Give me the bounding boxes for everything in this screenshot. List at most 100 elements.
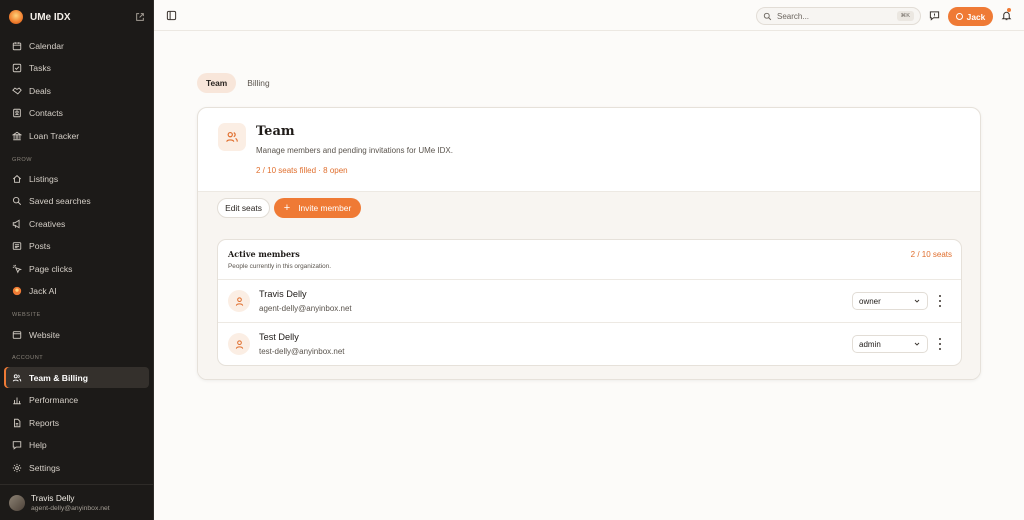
tab-team[interactable]: Team — [197, 73, 237, 93]
topbar: Search... ⌘K Jack — [154, 0, 1024, 31]
sidebar-item-label: Reports — [29, 417, 60, 428]
sidebar-item-label: Settings — [29, 462, 61, 473]
sidebar-item-label: Loan Tracker — [29, 130, 80, 141]
sidebar-item-label: Deals — [29, 85, 51, 96]
sidebar-item-contacts[interactable]: Contacts — [4, 103, 149, 124]
brand[interactable]: UMe IDX — [9, 8, 145, 26]
sidebar-item-label: Page clicks — [29, 263, 73, 274]
notification-dot — [1007, 8, 1011, 12]
sidebar-item-label: Listings — [29, 173, 59, 184]
search-input[interactable]: Search... ⌘K — [756, 7, 921, 25]
role-select[interactable]: admin — [852, 335, 928, 353]
nav-account: Team & Billing Performance Reports Help … — [4, 367, 149, 480]
sidebar-item-label: Posts — [29, 241, 51, 251]
user-icon — [235, 296, 243, 306]
chat-help-icon — [12, 441, 22, 450]
sidebar-item-performance[interactable]: Performance — [4, 390, 149, 411]
invite-member-button[interactable]: + Invite member — [274, 198, 361, 218]
sidebar-item-label: Help — [29, 440, 47, 450]
sidebar-item-loan-tracker[interactable]: Loan Tracker — [4, 125, 149, 146]
more-options-icon[interactable] — [935, 338, 945, 350]
megaphone-icon — [12, 218, 20, 229]
sidebar-toggle-icon[interactable] — [166, 10, 177, 21]
bar-chart-icon — [13, 397, 21, 405]
sidebar-item-team-billing[interactable]: Team & Billing — [4, 367, 149, 388]
handshake-icon — [12, 87, 22, 95]
document-icon — [14, 418, 21, 427]
bank-icon — [12, 131, 22, 140]
home-icon — [12, 174, 22, 183]
edit-seats-button[interactable]: Edit seats — [217, 198, 270, 218]
team-description: Manage members and pending invitations f… — [256, 146, 453, 155]
member-avatar — [228, 290, 250, 312]
seats-summary: 2 / 10 seats filled · 8 open — [256, 166, 348, 175]
sidebar-item-label: Calendar — [29, 40, 64, 51]
calendar-icon — [12, 41, 22, 50]
chevron-down-icon — [914, 342, 920, 346]
tabs: Team Billing — [197, 73, 281, 93]
sidebar-item-label: Jack AI — [29, 286, 57, 296]
sidebar-item-settings[interactable]: Settings — [4, 457, 149, 478]
sidebar-item-jack-ai[interactable]: Jack AI — [4, 281, 149, 302]
member-avatar — [228, 333, 250, 355]
members-count: 2 / 10 seats — [910, 250, 952, 259]
member-row: Travis Delly agent-delly@anyinbox.net ow… — [218, 279, 961, 322]
users-icon — [226, 131, 238, 142]
nav-main: Calendar Tasks Deals Contacts Loan Track… — [4, 35, 149, 148]
sidebar-item-deals[interactable]: Deals — [4, 80, 149, 101]
role-value: admin — [859, 339, 881, 349]
search-placeholder: Search... — [777, 11, 810, 21]
member-email: agent-delly@anyinbox.net — [259, 304, 352, 313]
team-card: Team Manage members and pending invitati… — [197, 107, 981, 380]
checkbox-icon — [12, 63, 22, 73]
avatar — [9, 494, 25, 511]
sidebar-item-reports[interactable]: Reports — [4, 412, 149, 433]
members-subtitle: People currently in this organization. — [228, 263, 332, 270]
plus-icon: + — [283, 201, 291, 214]
sidebar-item-help[interactable]: Help — [4, 435, 149, 456]
user-name: Travis Delly — [31, 493, 75, 503]
role-value: owner — [859, 296, 881, 306]
sidebar-item-label: Creatives — [29, 218, 66, 229]
search-icon — [763, 12, 772, 20]
member-email: test-delly@anyinbox.net — [259, 347, 345, 356]
jack-button-label: Jack — [966, 11, 986, 22]
member-name: Test Delly — [259, 332, 299, 342]
user-email: agent-delly@anyinbox.net — [31, 505, 110, 512]
sidebar-item-label: Team & Billing — [29, 372, 89, 383]
user-profile[interactable]: Travis Delly agent-delly@anyinbox.net — [0, 484, 153, 520]
search-shortcut: ⌘K — [896, 11, 914, 21]
section-label-website: WEBSITE — [12, 312, 41, 318]
nav-website: Website — [4, 324, 149, 347]
chevron-down-icon — [914, 299, 920, 303]
sidebar-item-website[interactable]: Website — [4, 324, 149, 345]
sidebar-item-label: Website — [29, 329, 60, 340]
sidebar-item-tasks[interactable]: Tasks — [4, 58, 149, 79]
feedback-icon[interactable] — [929, 10, 940, 21]
newspaper-icon — [12, 242, 22, 250]
browser-icon — [12, 330, 22, 339]
sidebar-item-page-clicks[interactable]: Page clicks — [4, 258, 149, 279]
jack-ai-button[interactable]: Jack — [948, 7, 993, 26]
sidebar-item-listings[interactable]: Listings — [4, 168, 149, 189]
gear-icon — [12, 463, 22, 472]
more-options-icon[interactable] — [935, 295, 945, 307]
user-icon — [235, 339, 243, 349]
sidebar-item-label: Tasks — [29, 63, 51, 73]
role-select[interactable]: owner — [852, 292, 928, 310]
team-icon-box — [218, 123, 246, 151]
cursor-click-icon — [12, 264, 22, 274]
sidebar-item-creatives[interactable]: Creatives — [4, 213, 149, 234]
sidebar-item-label: Performance — [29, 395, 79, 405]
sidebar-item-calendar[interactable]: Calendar — [4, 35, 149, 56]
sidebar-item-posts[interactable]: Posts — [4, 236, 149, 257]
section-label-grow: GROW — [12, 157, 33, 163]
bell-icon[interactable] — [1001, 10, 1012, 21]
brand-logo — [9, 10, 23, 24]
tab-billing[interactable]: Billing — [238, 73, 278, 93]
main-content: Team Billing Team Manage members and pen… — [154, 31, 1024, 520]
external-link-icon[interactable] — [135, 12, 145, 22]
members-title: Active members — [228, 249, 300, 259]
page-title: Team — [256, 124, 295, 139]
sidebar-item-saved-searches[interactable]: Saved searches — [4, 191, 149, 212]
